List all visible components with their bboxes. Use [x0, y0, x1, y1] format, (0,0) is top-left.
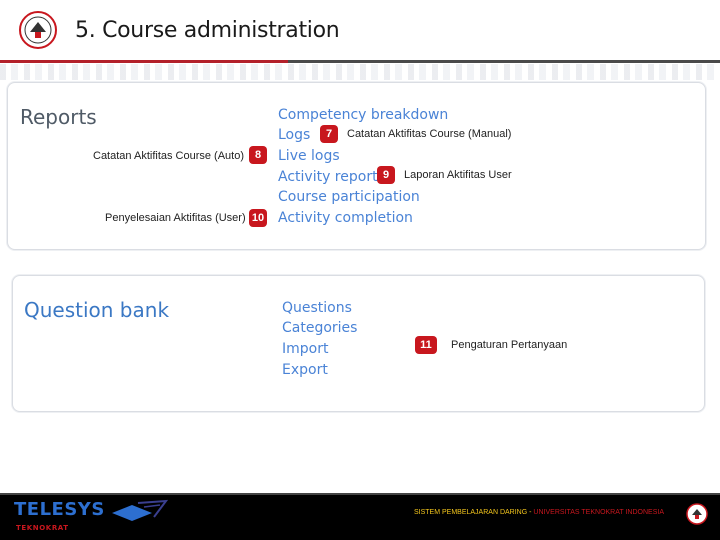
footer-caption: SISTEM PEMBELAJARAN DARING - UNIVERSITAS…: [414, 509, 664, 516]
brand-subtitle: TEKNOKRAT: [16, 524, 69, 532]
annotation-label: Catatan Aktifitas Course (Auto): [93, 150, 245, 162]
link-competency-breakdown[interactable]: Competency breakdown: [278, 107, 448, 123]
link-activity-report[interactable]: Activity report: [278, 169, 378, 185]
annotation-badge: 7: [320, 125, 338, 143]
link-import[interactable]: Import: [282, 341, 328, 357]
reports-heading: Reports: [20, 105, 97, 129]
annotation-label: Pengaturan Pertanyaan: [451, 339, 568, 351]
annotation-label: Catatan Aktifitas Course (Manual): [347, 128, 512, 140]
slide-header: 5. Course administration: [0, 0, 720, 64]
link-course-participation[interactable]: Course participation: [278, 189, 420, 205]
link-questions[interactable]: Questions: [282, 300, 352, 316]
slide-title: 5. Course administration: [75, 18, 340, 43]
link-export[interactable]: Export: [282, 362, 328, 378]
reports-card: Reports Competency breakdown Logs Live l…: [7, 82, 706, 250]
annotation-label: Laporan Aktifitas User: [404, 169, 512, 181]
annotation-badge: 10: [249, 209, 267, 227]
link-activity-completion[interactable]: Activity completion: [278, 210, 413, 226]
link-live-logs[interactable]: Live logs: [278, 148, 340, 164]
link-categories[interactable]: Categories: [282, 320, 357, 336]
annotation-badge: 9: [377, 166, 395, 184]
annotation-badge: 11: [415, 336, 437, 354]
graduation-cap-icon: [112, 499, 168, 521]
annotation-badge: 8: [249, 146, 267, 164]
question-bank-card: Question bank Questions Categories Impor…: [12, 275, 705, 412]
university-emblem-icon: [686, 503, 708, 525]
question-bank-heading: Question bank: [24, 298, 170, 322]
university-logo-icon: [19, 11, 57, 49]
link-logs[interactable]: Logs: [278, 127, 310, 143]
footer-caption-university: UNIVERSITAS TEKNOKRAT INDONESIA: [533, 509, 664, 516]
footer-caption-system: SISTEM PEMBELAJARAN DARING: [413, 509, 528, 516]
background-pattern: [0, 64, 720, 80]
footer-divider: [0, 493, 720, 495]
annotation-label: Penyelesaian Aktifitas (User): [105, 212, 246, 224]
footer-bar: TELESYS TEKNOKRAT SISTEM PEMBELAJARAN DA…: [0, 493, 720, 540]
header-divider: [0, 60, 720, 63]
brand-wordmark: TELESYS: [14, 499, 105, 520]
